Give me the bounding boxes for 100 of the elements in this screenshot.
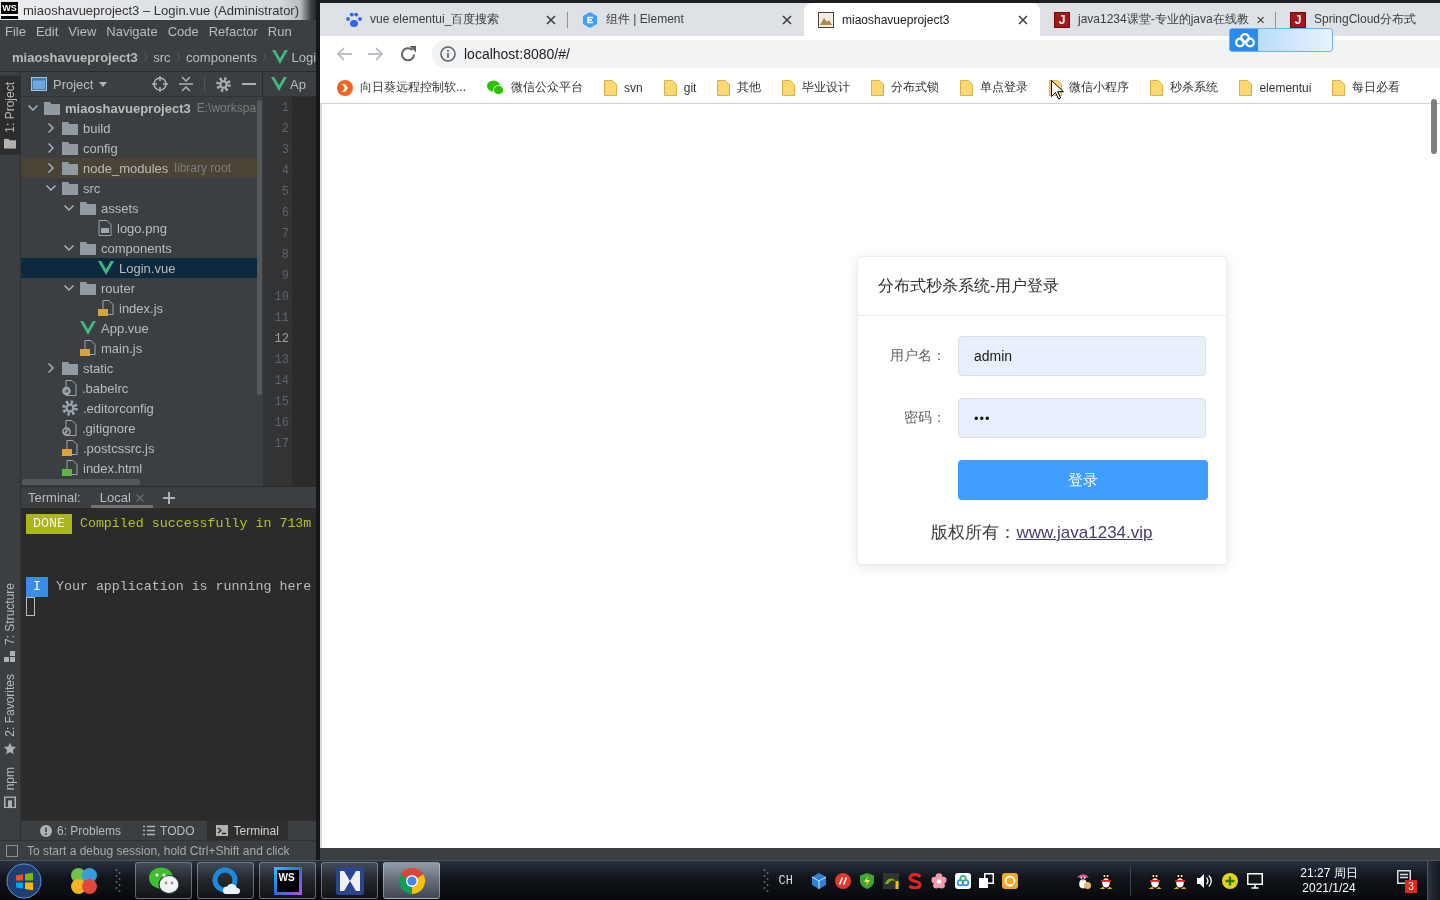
text-input[interactable]: admin [958, 336, 1206, 376]
taskbar-app[interactable]: WS [259, 862, 316, 899]
tree-item[interactable]: .babelrc [21, 378, 257, 398]
bookmark[interactable]: 单点登录 [951, 75, 1038, 100]
plus-circle-icon[interactable] [1222, 872, 1238, 889]
tool-tab[interactable]: 6: Problems [31, 821, 131, 840]
tree-item[interactable]: config [21, 138, 257, 158]
gear-icon[interactable] [216, 76, 231, 92]
browser-tab[interactable]: miaoshavueproject3 [804, 3, 1040, 36]
bookmark[interactable]: 向日葵远程控制软... [328, 75, 475, 100]
browser-tab[interactable]: J SpringCloud分布式 [1276, 3, 1440, 36]
checkbox-icon[interactable] [6, 844, 18, 857]
breadcrumb-item[interactable]: miaoshavueproject3 [12, 49, 138, 65]
tree-item[interactable]: index.html [21, 458, 257, 478]
bookmark[interactable]: 微信公众平台 [478, 75, 592, 100]
cube-icon[interactable] [811, 872, 827, 889]
penguin-icon[interactable] [1074, 871, 1092, 890]
monitor-icon[interactable] [1247, 872, 1263, 889]
taskbar-app[interactable] [197, 862, 254, 899]
password-input[interactable]: ••• [958, 398, 1206, 438]
close-icon[interactable] [1018, 14, 1028, 25]
disc-logo-icon[interactable] [835, 872, 851, 889]
tree-item[interactable]: .postcssrc.js [21, 438, 257, 458]
close-icon[interactable] [782, 14, 792, 25]
close-icon[interactable] [546, 14, 556, 25]
swoosh-logo-icon[interactable] [883, 872, 899, 889]
tree-item[interactable]: App.vue [21, 318, 257, 338]
bookmark[interactable]: 每日必看 [1323, 75, 1410, 100]
menu-item[interactable]: Edit [35, 24, 59, 39]
address-bar[interactable]: localhost:8080/#/ [432, 40, 1440, 68]
editor-tab[interactable]: Ap [271, 76, 306, 92]
tool-window-button[interactable]: 2: Favorites [0, 667, 20, 761]
menu-item[interactable]: Code [167, 24, 199, 39]
close-icon[interactable] [1256, 14, 1264, 25]
tree-item[interactable]: Login.vue [21, 258, 257, 278]
start-button[interactable] [6, 862, 42, 899]
crosshair-icon[interactable] [152, 76, 168, 92]
taskbar-app[interactable] [135, 862, 192, 899]
penguin-icon[interactable] [1147, 872, 1163, 889]
penguin-icon[interactable] [1098, 872, 1114, 889]
clock-date[interactable]: 2021/1/24 [1302, 880, 1356, 896]
tree-item[interactable]: index.js [21, 298, 257, 318]
clock-time[interactable]: 21:27 周日 [1300, 865, 1358, 881]
upload-widget[interactable] [1229, 28, 1333, 52]
menu-item[interactable]: Navigate [106, 24, 158, 39]
penguin-icon[interactable] [1172, 872, 1188, 889]
tree-item[interactable]: miaoshavueproject3 E:\workspa [21, 98, 257, 118]
breadcrumb-item[interactable]: Logi [272, 49, 316, 65]
bookmark[interactable]: 其他 [708, 75, 771, 100]
bookmark[interactable]: 分布式锁 [862, 75, 949, 100]
tree-item[interactable]: src [21, 178, 257, 198]
menu-item[interactable]: View [68, 24, 97, 39]
tree-item[interactable]: components [21, 238, 257, 258]
browser-tab[interactable]: 组件 | Element [568, 3, 804, 36]
bookmark[interactable]: git [654, 75, 706, 100]
scrollbar-thumb[interactable] [257, 100, 262, 395]
bookmark[interactable]: 毕业设计 [773, 75, 860, 100]
scrollbar-thumb[interactable] [1431, 99, 1437, 154]
speaker-icon[interactable] [1197, 872, 1213, 889]
plus-icon[interactable] [162, 491, 175, 504]
tree-item[interactable]: logo.png [21, 218, 257, 238]
bookmark[interactable]: svn [595, 75, 652, 100]
session-tab[interactable]: Local [90, 487, 153, 508]
website-link[interactable]: www.java1234.vip [1016, 523, 1153, 542]
menu-item[interactable]: File [5, 24, 26, 39]
tree-item[interactable]: .editorconfig [21, 398, 257, 418]
browser-tab[interactable]: vue elementui_百度搜索 [332, 3, 568, 36]
taskbar-app[interactable] [321, 862, 378, 899]
menu-item[interactable]: Run [267, 24, 292, 39]
cloud-icon[interactable] [955, 872, 971, 889]
breadcrumb-item[interactable]: src [153, 49, 171, 65]
notification-icon[interactable] [1397, 869, 1411, 884]
taskbar-app[interactable] [383, 862, 440, 899]
four-circles-logo-icon[interactable] [70, 866, 98, 895]
shield-icon[interactable] [859, 872, 875, 889]
grip-icon[interactable] [115, 867, 121, 894]
tree-item[interactable]: assets [21, 198, 257, 218]
breadcrumb-item[interactable]: components [186, 49, 257, 65]
scrollbar-thumb[interactable] [22, 479, 140, 485]
copy-icon[interactable] [979, 873, 994, 888]
tool-window-button[interactable]: 7: Structure [0, 576, 20, 668]
grip-icon[interactable] [762, 867, 769, 894]
tool-tab[interactable]: TODO [134, 821, 204, 840]
tree-item[interactable]: node_modules library root [21, 158, 257, 178]
browser-tab[interactable]: J java1234课堂-专业的java在线教 [1040, 3, 1276, 36]
bookmark[interactable]: 秒杀系统 [1141, 75, 1228, 100]
tool-window-button[interactable]: 1: Project [0, 76, 20, 155]
swirl-icon[interactable] [907, 872, 923, 889]
flower-icon[interactable] [931, 872, 947, 889]
tool-tab[interactable]: Terminal [207, 821, 288, 840]
tree-item[interactable]: build [21, 118, 257, 138]
view-selector[interactable]: Project [31, 76, 108, 92]
tree-item[interactable]: static [21, 358, 257, 378]
reload-icon[interactable] [400, 46, 416, 62]
sun-logo-icon[interactable] [1002, 872, 1018, 889]
language-indicator[interactable]: CH [778, 873, 793, 888]
collapse-icon[interactable] [179, 76, 193, 92]
tool-window-button[interactable]: npm [0, 760, 20, 814]
tree-item[interactable]: .gitignore [21, 418, 257, 438]
bookmark[interactable]: elementui [1230, 75, 1321, 100]
